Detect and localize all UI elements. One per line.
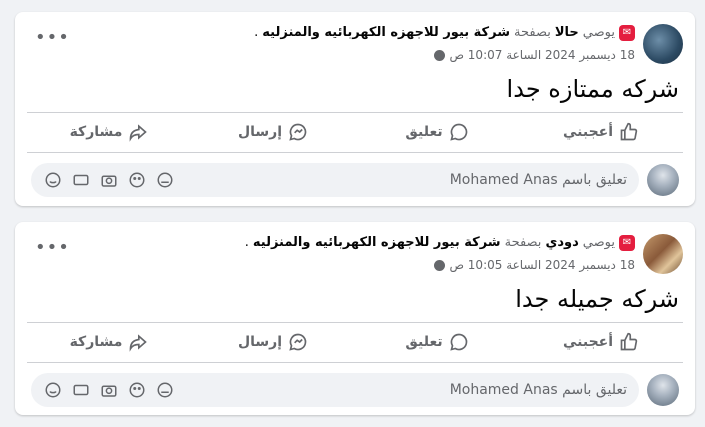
post-text: شركه ممتازه جدا bbox=[506, 75, 679, 103]
comment-icon bbox=[449, 333, 467, 351]
post-header: ✉ يوصي دودي بصفحة شركة بيور للاجهزه الكه… bbox=[244, 234, 635, 274]
send-button[interactable]: إرسال bbox=[191, 323, 355, 361]
share-button[interactable]: مشاركة bbox=[27, 113, 191, 151]
share-icon bbox=[130, 124, 148, 142]
author-name[interactable]: دودي bbox=[545, 234, 578, 252]
author-name[interactable]: حالا bbox=[555, 24, 579, 42]
gif-icon[interactable] bbox=[71, 170, 91, 190]
comment-composer: تعليق باسم Mohamed Anas bbox=[31, 373, 679, 407]
page-name[interactable]: شركة بيور للاجهزه الكهربائيه والمنزليه bbox=[262, 24, 510, 42]
comment-tools bbox=[43, 170, 175, 190]
comment-placeholder: تعليق باسم Mohamed Anas bbox=[449, 172, 627, 188]
post-header: ✉ يوصي حالا بصفحة شركة بيور للاجهزه الكه… bbox=[254, 24, 635, 64]
recommend-icon: ✉ bbox=[619, 235, 635, 251]
send-icon bbox=[289, 123, 307, 141]
comment-button[interactable]: تعليق bbox=[355, 113, 519, 151]
page-avatar[interactable] bbox=[643, 234, 683, 274]
more-icon[interactable]: ••• bbox=[35, 239, 70, 257]
globe-icon bbox=[434, 259, 446, 271]
comment-icon bbox=[449, 123, 467, 141]
comment-composer: تعليق باسم Mohamed Anas bbox=[31, 163, 679, 197]
gif-icon[interactable] bbox=[71, 380, 91, 400]
like-label: أعجبني bbox=[562, 334, 614, 350]
sticker-icon[interactable] bbox=[43, 380, 63, 400]
post-card: ✉ يوصي دودي بصفحة شركة بيور للاجهزه الكه… bbox=[15, 222, 695, 415]
via-label: بصفحة bbox=[504, 235, 542, 250]
send-icon bbox=[289, 333, 307, 351]
camera-icon[interactable] bbox=[99, 380, 119, 400]
recommend-icon: ✉ bbox=[619, 25, 635, 41]
post-card: ✉ يوصي حالا بصفحة شركة بيور للاجهزه الكه… bbox=[15, 12, 695, 206]
divider bbox=[27, 362, 683, 363]
emoji-icon[interactable] bbox=[127, 170, 147, 190]
avatar-sticker-icon[interactable] bbox=[155, 170, 175, 190]
recommend-label: يوصي bbox=[582, 235, 615, 250]
camera-icon[interactable] bbox=[99, 170, 119, 190]
comment-label: تعليق bbox=[405, 124, 443, 140]
page-name[interactable]: شركة بيور للاجهزه الكهربائيه والمنزليه bbox=[253, 234, 501, 252]
comment-input[interactable]: تعليق باسم Mohamed Anas bbox=[31, 373, 639, 407]
divider bbox=[27, 152, 683, 153]
send-label: إرسال bbox=[237, 124, 283, 140]
share-label: مشاركة bbox=[69, 124, 123, 140]
like-icon bbox=[620, 122, 638, 141]
via-label: بصفحة bbox=[514, 25, 551, 40]
post-date[interactable]: 18 ديسمبر 2024 الساعة 10:05 ص bbox=[449, 256, 635, 274]
send-label: إرسال bbox=[237, 334, 283, 350]
comment-input[interactable]: تعليق باسم Mohamed Anas bbox=[31, 163, 639, 197]
post-text: شركه جميله جدا bbox=[515, 285, 679, 313]
like-label: أعجبني bbox=[562, 124, 614, 140]
recommend-label: يوصي bbox=[582, 25, 615, 40]
avatar[interactable] bbox=[647, 374, 679, 406]
action-bar: أعجبني تعليق إرسال مشاركة bbox=[27, 323, 683, 361]
more-icon[interactable]: ••• bbox=[35, 29, 70, 47]
comment-placeholder: تعليق باسم Mohamed Anas bbox=[449, 382, 627, 398]
share-label: مشاركة bbox=[69, 334, 123, 350]
comment-tools bbox=[43, 380, 175, 400]
globe-icon bbox=[434, 49, 446, 61]
action-bar: أعجبني تعليق إرسال مشاركة bbox=[27, 113, 683, 151]
avatar[interactable] bbox=[647, 164, 679, 196]
like-icon bbox=[620, 332, 638, 351]
share-button[interactable]: مشاركة bbox=[27, 323, 191, 361]
comment-button[interactable]: تعليق bbox=[355, 323, 519, 361]
share-icon bbox=[130, 334, 148, 352]
page-avatar[interactable] bbox=[643, 24, 683, 64]
comment-label: تعليق bbox=[405, 334, 443, 350]
emoji-icon[interactable] bbox=[127, 380, 147, 400]
post-date[interactable]: 18 ديسمبر 2024 الساعة 10:07 ص bbox=[449, 46, 635, 64]
sticker-icon[interactable] bbox=[43, 170, 63, 190]
like-button[interactable]: أعجبني bbox=[519, 113, 683, 151]
avatar-sticker-icon[interactable] bbox=[155, 380, 175, 400]
send-button[interactable]: إرسال bbox=[191, 113, 355, 151]
like-button[interactable]: أعجبني bbox=[519, 323, 683, 361]
